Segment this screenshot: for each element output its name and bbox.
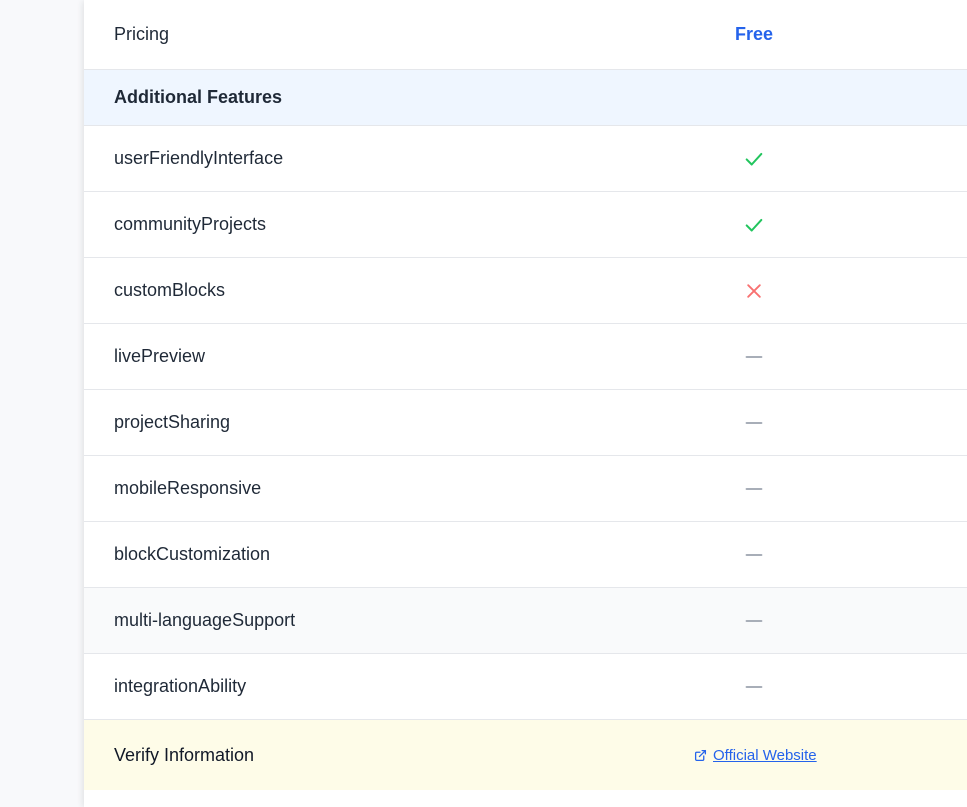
feature-row: customBlocks	[84, 258, 967, 324]
section-header-additional-features: Additional Features	[84, 70, 967, 126]
feature-label: userFriendlyInterface	[114, 148, 284, 168]
section-title: Additional Features	[114, 87, 283, 107]
dash-icon	[744, 413, 764, 433]
verify-row: Verify Information Official Website	[84, 720, 967, 790]
check-icon	[743, 148, 765, 170]
feature-row: multi-languageSupport	[84, 588, 967, 654]
check-icon	[743, 214, 765, 236]
feature-row: communityProjects	[84, 192, 967, 258]
pricing-value: Free	[734, 24, 774, 44]
feature-label: communityProjects	[114, 214, 267, 234]
feature-row: userFriendlyInterface	[84, 126, 967, 192]
official-website-link-text: Official Website	[713, 746, 817, 764]
feature-row: blockCustomization	[84, 522, 967, 588]
feature-row: projectSharing	[84, 390, 967, 456]
feature-label: customBlocks	[114, 280, 226, 300]
dash-icon	[744, 545, 764, 565]
dash-icon	[744, 677, 764, 697]
feature-label: integrationAbility	[114, 676, 247, 696]
feature-label: blockCustomization	[114, 544, 271, 564]
comparison-card: Pricing Free Additional Features userFri…	[84, 0, 967, 807]
official-website-link[interactable]: Official Website	[694, 747, 817, 764]
feature-label: mobileResponsive	[114, 478, 262, 498]
dash-icon	[744, 479, 764, 499]
feature-list: userFriendlyInterface communityProjects …	[84, 126, 967, 720]
feature-label: livePreview	[114, 346, 206, 366]
feature-row: mobileResponsive	[84, 456, 967, 522]
dash-icon	[744, 347, 764, 367]
verify-label: Verify Information	[114, 744, 255, 765]
feature-label: projectSharing	[114, 412, 231, 432]
pricing-label: Pricing	[114, 24, 170, 44]
dash-icon	[744, 611, 764, 631]
cross-icon	[744, 281, 764, 301]
feature-row: livePreview	[84, 324, 967, 390]
feature-label: multi-languageSupport	[114, 610, 296, 630]
feature-row: integrationAbility	[84, 654, 967, 720]
pricing-row: Pricing Free	[84, 0, 967, 70]
external-link-icon	[694, 749, 707, 762]
